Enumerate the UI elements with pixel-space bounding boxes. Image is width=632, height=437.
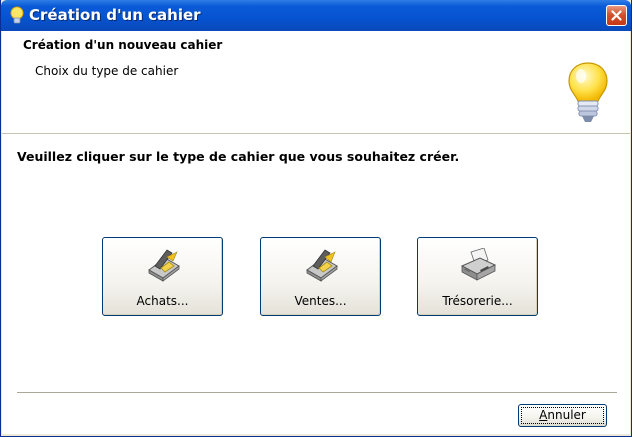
cancel-button[interactable]: Annuler (518, 404, 607, 427)
header-title: Création d'un nouveau cahier (23, 38, 223, 52)
window-title: Création d'un cahier (29, 6, 201, 24)
instruction-text: Veuillez cliquer sur le type de cahier q… (17, 149, 460, 164)
treasury-label: Trésorerie... (442, 294, 513, 308)
footer-divider (17, 392, 617, 394)
sales-button[interactable]: Ventes... (260, 237, 381, 316)
sales-label: Ventes... (294, 294, 347, 308)
header-subtitle: Choix du type de cahier (35, 64, 179, 78)
close-icon (611, 10, 622, 21)
sales-scanner-icon (306, 249, 338, 282)
lightbulb-icon (568, 62, 608, 122)
cancel-accesskey: A (539, 408, 548, 422)
purchases-scanner-icon (148, 249, 180, 282)
title-bar[interactable]: Création d'un cahier (1, 0, 631, 31)
purchases-label: Achats... (136, 294, 189, 308)
lightbulb-icon (10, 6, 24, 24)
treasury-printer-icon (460, 248, 497, 281)
dialog-window: Création d'un cahier Création d'un nouve… (0, 0, 632, 437)
purchases-button[interactable]: Achats... (102, 237, 223, 316)
treasury-button[interactable]: Trésorerie... (417, 237, 538, 316)
close-button[interactable] (606, 5, 627, 26)
cancel-label: nnuler (547, 408, 586, 422)
